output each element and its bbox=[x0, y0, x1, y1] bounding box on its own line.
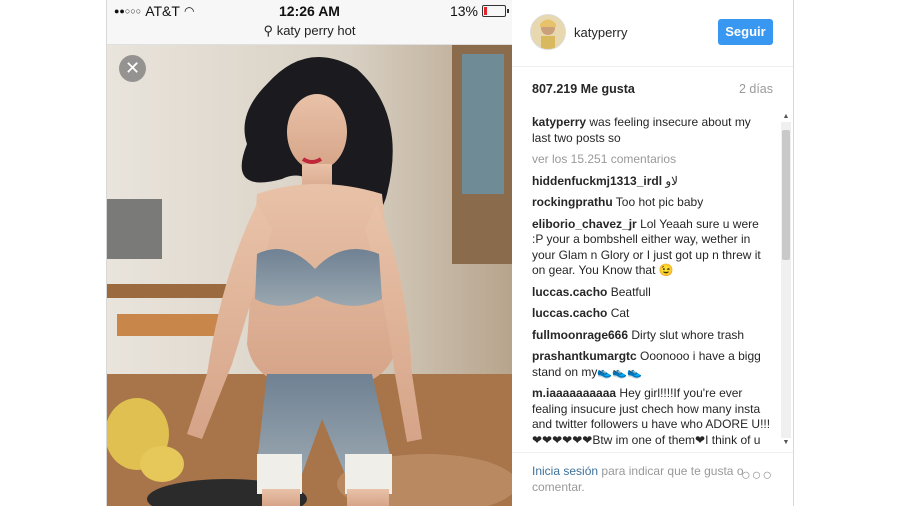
search-bar[interactable]: ⚲ katy perry hot bbox=[107, 22, 512, 45]
scroll-thumb[interactable] bbox=[782, 130, 790, 260]
caption-user[interactable]: katyperry bbox=[532, 115, 586, 129]
post-modal: ●●○○○ AT&T ◠ 12:26 AM 13% ⚲ katy perry h… bbox=[106, 0, 794, 506]
comment-item: eliborio_chavez_jr Lol Yeaah sure u were… bbox=[532, 217, 772, 279]
comment-text: لاو bbox=[665, 173, 679, 188]
comment-item: luccas.cacho Cat bbox=[532, 306, 772, 322]
comment-item: m.iaaaaaaaaaa Hey girl!!!!If you're ever… bbox=[532, 386, 772, 445]
status-bar: ●●○○○ AT&T ◠ 12:26 AM 13% bbox=[107, 0, 512, 22]
comment-item: rockingprathu Too hot pic baby bbox=[532, 195, 772, 211]
post-header: katyperry Seguir bbox=[512, 0, 793, 67]
comment-item: hiddenfuckmj1313_irdl لاو bbox=[532, 174, 772, 190]
comments-list: katyperry was feeling insecure about my … bbox=[532, 115, 772, 445]
comment-user[interactable]: fullmoonrage666 bbox=[532, 328, 628, 342]
battery-info: 13% bbox=[449, 3, 509, 19]
comments-panel: katyperry Seguir 807.219 Me gusta 2 días… bbox=[512, 0, 793, 506]
comment-item: fullmoonrage666 Dirty slut whore trash bbox=[532, 328, 772, 344]
view-all-comments-link[interactable]: ver los 15.251 comentarios bbox=[532, 152, 772, 168]
comment-user[interactable]: luccas.cacho bbox=[532, 285, 607, 299]
comment-user[interactable]: hiddenfuckmj1313_irdl bbox=[532, 174, 662, 188]
search-query: katy perry hot bbox=[276, 23, 356, 38]
login-prompt: Inicia sesión para indicar que te gusta … bbox=[532, 463, 752, 495]
comment-user[interactable]: prashantkumargtc bbox=[532, 349, 637, 363]
scroll-up-icon[interactable]: ▲ bbox=[781, 112, 791, 122]
comment-text: Beatfull bbox=[610, 284, 651, 299]
more-icon[interactable]: ○○○ bbox=[741, 467, 773, 485]
scroll-down-icon[interactable]: ▼ bbox=[781, 438, 791, 448]
comment-item: prashantkumargtc Ooonooo i have a bigg s… bbox=[532, 349, 772, 380]
likes-row: 807.219 Me gusta 2 días bbox=[532, 82, 773, 96]
comment-text: Dirty slut whore trash bbox=[631, 327, 745, 342]
comment-user[interactable]: rockingprathu bbox=[532, 195, 613, 209]
post-username[interactable]: katyperry bbox=[574, 25, 627, 40]
search-icon: ⚲ bbox=[263, 23, 274, 38]
scroll-track[interactable] bbox=[781, 122, 791, 438]
comment-user[interactable]: eliborio_chavez_jr bbox=[532, 217, 637, 231]
avatar[interactable] bbox=[530, 14, 566, 50]
likes-count[interactable]: 807.219 Me gusta bbox=[532, 82, 635, 96]
post-photo-panel: ●●○○○ AT&T ◠ 12:26 AM 13% ⚲ katy perry h… bbox=[107, 0, 512, 506]
comment-item: luccas.cacho Beatfull bbox=[532, 285, 772, 301]
comment-text: Cat bbox=[610, 306, 630, 320]
battery-percent: 13% bbox=[449, 3, 478, 19]
close-icon[interactable]: ✕ bbox=[119, 55, 146, 82]
battery-icon bbox=[482, 5, 509, 17]
caption: katyperry was feeling insecure about my … bbox=[532, 115, 772, 146]
comments-scrollbar[interactable]: ▲ ▼ bbox=[781, 112, 791, 448]
login-link[interactable]: Inicia sesión bbox=[532, 464, 598, 478]
follow-button[interactable]: Seguir bbox=[718, 19, 773, 45]
post-footer: Inicia sesión para indicar que te gusta … bbox=[512, 452, 793, 507]
avatar-image bbox=[531, 15, 565, 49]
comment-text: Too hot pic baby bbox=[615, 195, 704, 209]
comment-user[interactable]: m.iaaaaaaaaaa bbox=[532, 386, 616, 400]
comment-user[interactable]: luccas.cacho bbox=[532, 306, 607, 320]
post-age[interactable]: 2 días bbox=[739, 82, 773, 96]
post-photo bbox=[107, 44, 512, 506]
